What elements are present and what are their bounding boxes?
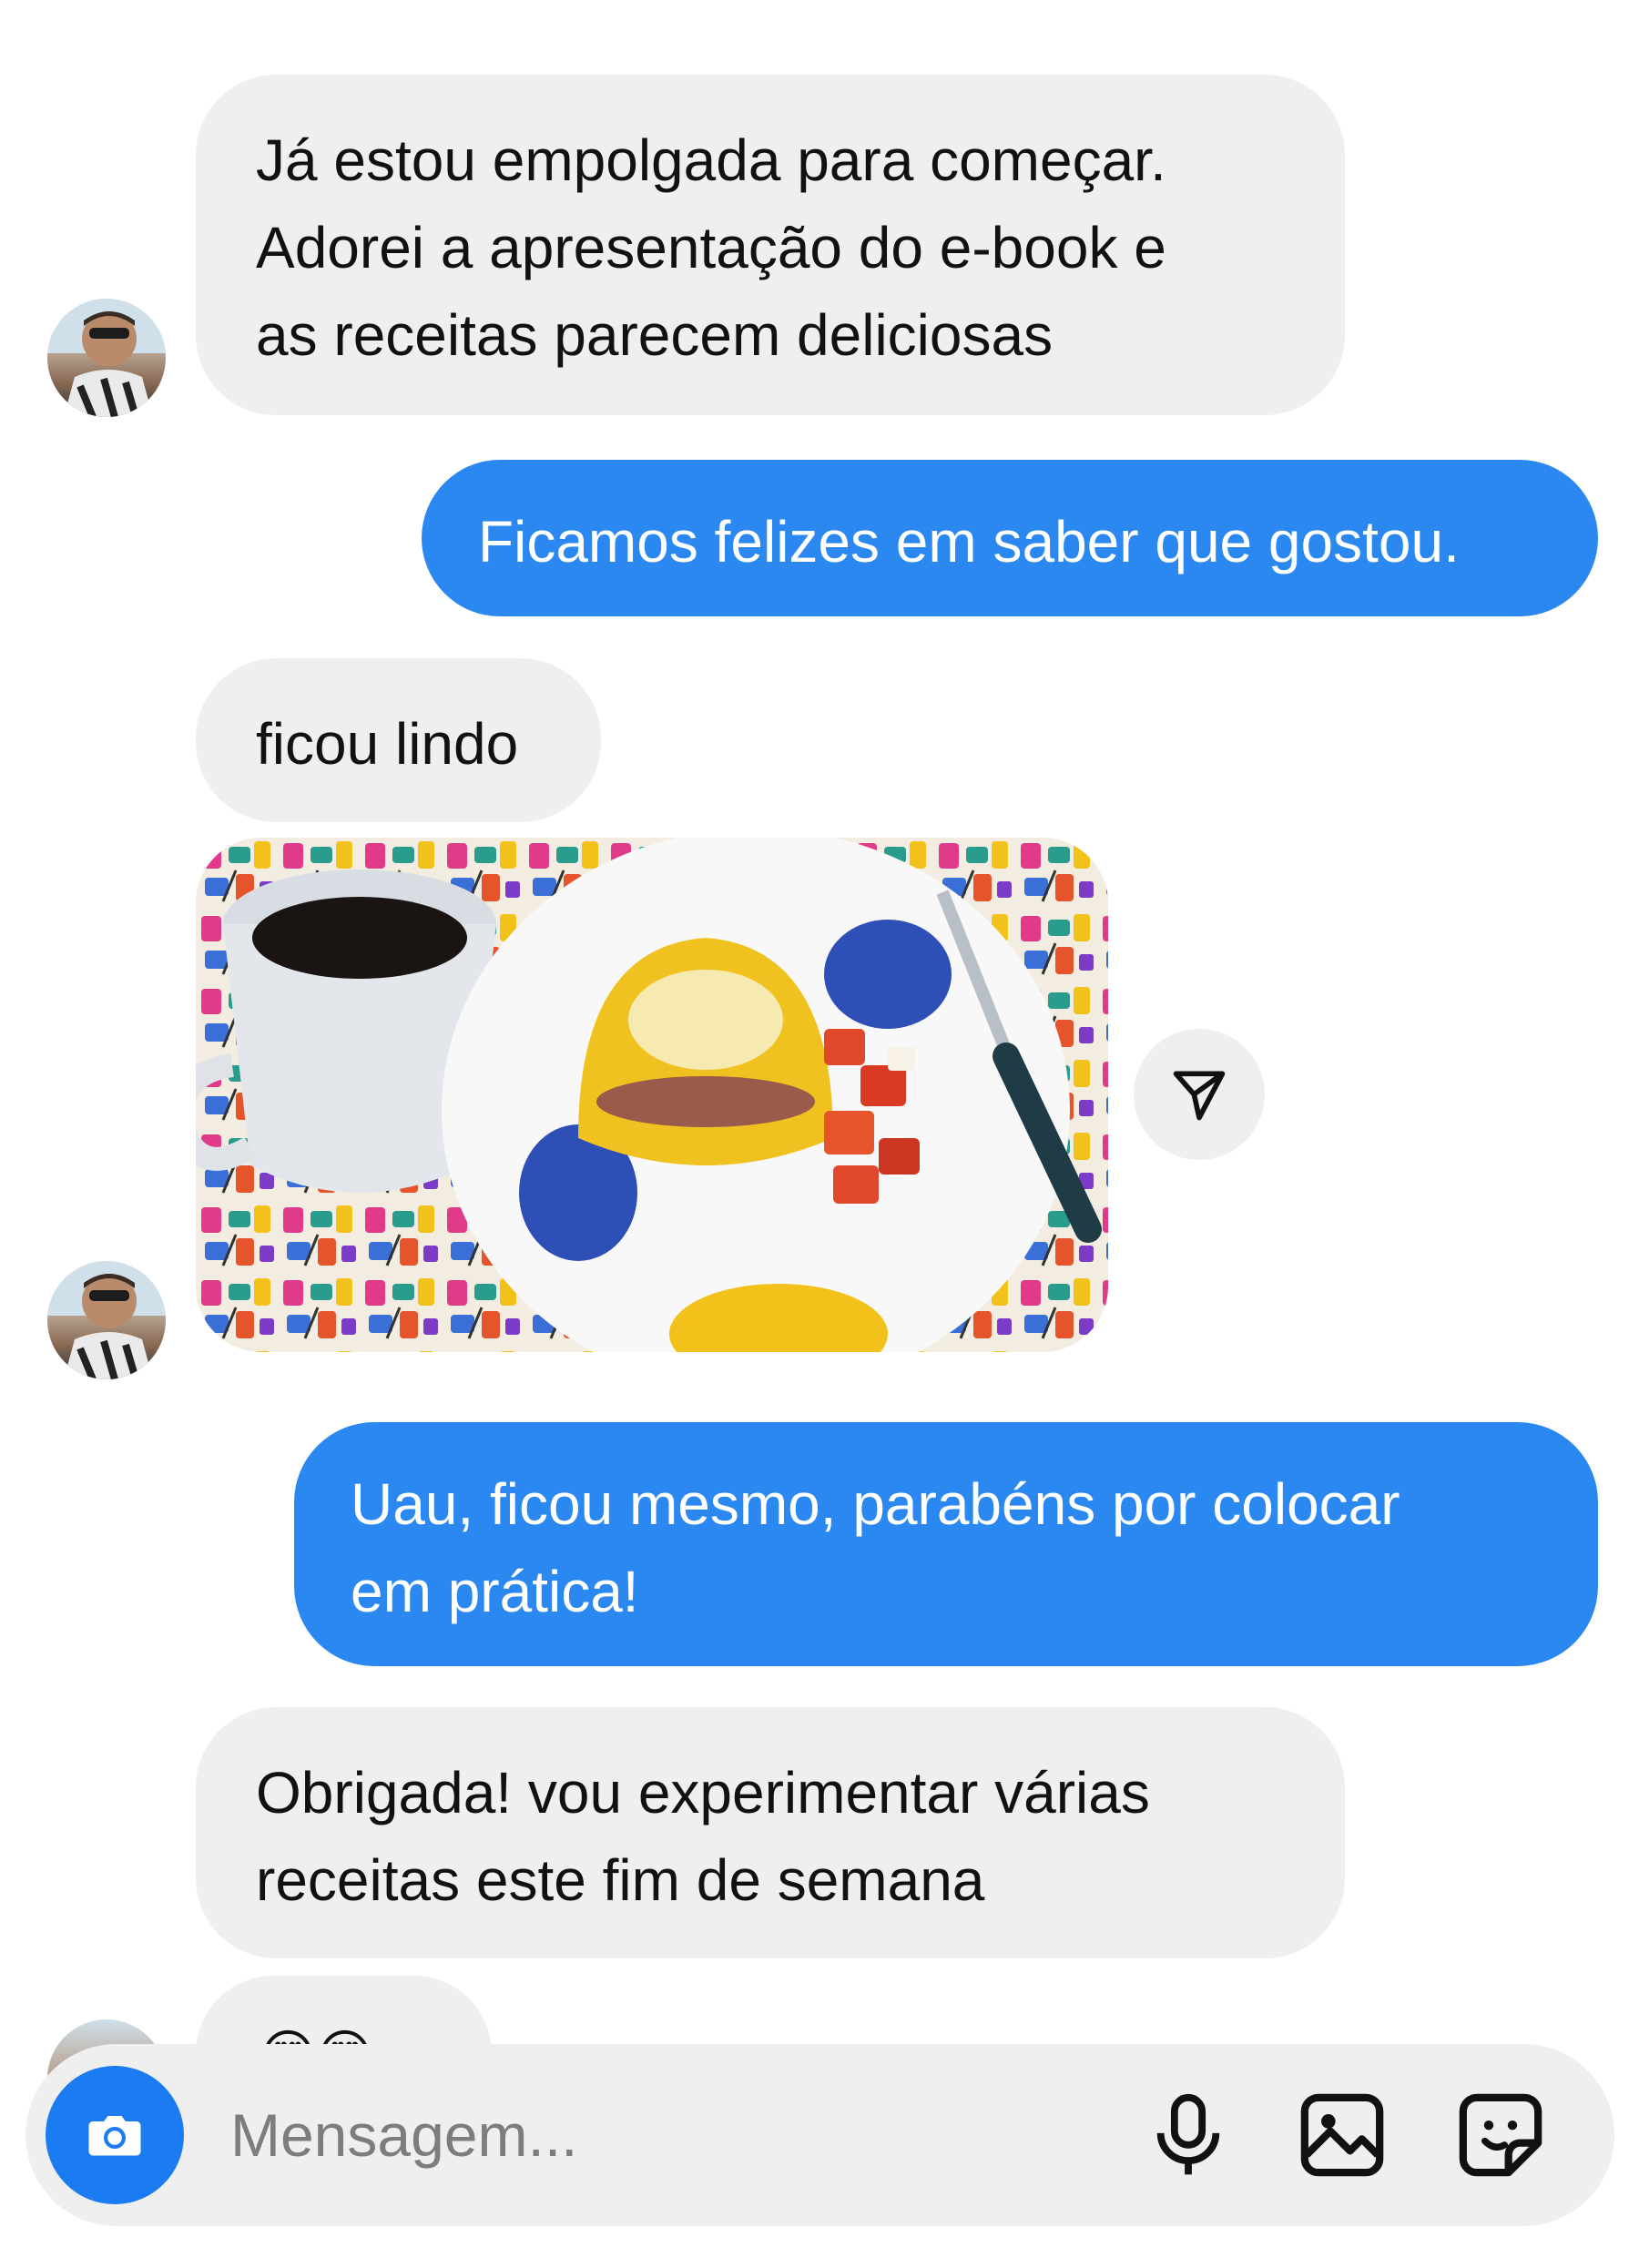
gallery-icon <box>1300 2093 1384 2177</box>
camera-icon <box>88 2116 141 2156</box>
camera-button[interactable] <box>46 2066 184 2204</box>
contact-avatar[interactable] <box>47 1261 166 1379</box>
gallery-button[interactable] <box>1295 2088 1390 2182</box>
food-photo[interactable] <box>196 838 1108 1352</box>
microphone-icon <box>1156 2093 1220 2175</box>
message-bubble-incoming[interactable]: Já estou empolgada para começar. Adorei … <box>196 75 1345 415</box>
send-icon <box>1173 1071 1226 1121</box>
share-button[interactable] <box>1134 1029 1265 1160</box>
microphone-button[interactable] <box>1141 2088 1236 2182</box>
sticker-button[interactable] <box>1453 2088 1548 2182</box>
message-bubble-outgoing[interactable]: Ficamos felizes em saber que gostou. <box>422 460 1598 616</box>
contact-avatar[interactable] <box>47 299 166 417</box>
message-bubble-incoming[interactable]: Obrigada! vou experimentar várias receit… <box>196 1707 1345 1958</box>
sticker-icon <box>1459 2093 1542 2177</box>
message-bubble-outgoing[interactable]: Uau, ficou mesmo, parabéns por colocar e… <box>294 1422 1598 1666</box>
message-composer: Mensagem... <box>25 2044 1614 2226</box>
message-bubble-incoming[interactable]: ficou lindo <box>196 658 601 822</box>
message-input[interactable]: Mensagem... <box>230 2088 578 2182</box>
